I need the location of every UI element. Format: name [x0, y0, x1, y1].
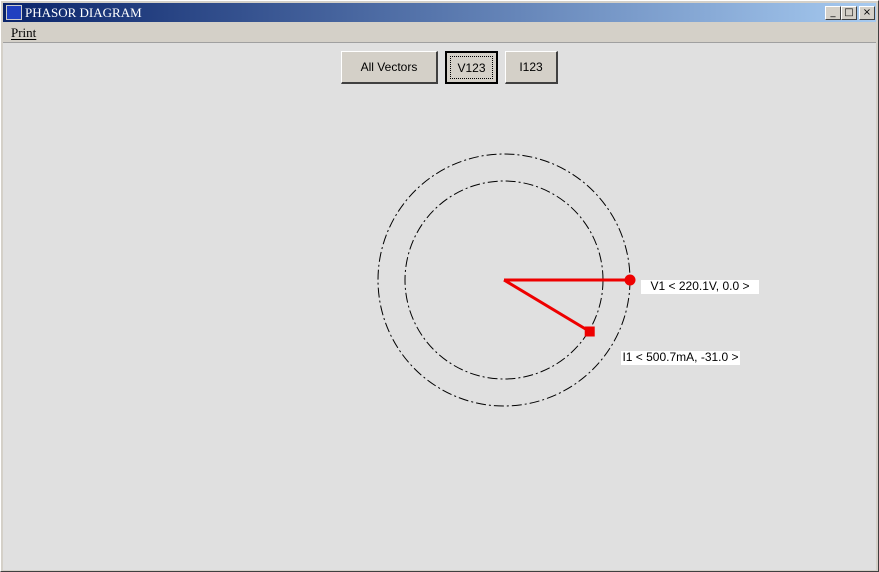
minimize-button[interactable]: _ [825, 6, 841, 20]
menu-print[interactable]: Print [11, 25, 36, 41]
phasor-diagram [377, 153, 636, 407]
maximize-button[interactable]: □ [841, 6, 857, 20]
phasor-window: PHASOR DIAGRAM _ □ × Print All Vectors V… [0, 0, 879, 572]
i1-marker [584, 326, 595, 337]
v1-label: V1 < 220.1V, 0.0 > [641, 280, 759, 294]
diagram-area: All Vectors V123 I123 V1 < 220.1V, 0.0 >… [3, 42, 876, 570]
title-bar[interactable]: PHASOR DIAGRAM _ □ × [3, 3, 876, 22]
close-button[interactable]: × [859, 6, 875, 20]
app-icon [6, 5, 22, 20]
i1-label: I1 < 500.7mA, -31.0 > [621, 350, 740, 365]
window-title: PHASOR DIAGRAM [25, 5, 142, 20]
i1-vector [503, 278, 591, 333]
menu-bar: Print [3, 23, 876, 42]
v1-marker [624, 274, 636, 286]
